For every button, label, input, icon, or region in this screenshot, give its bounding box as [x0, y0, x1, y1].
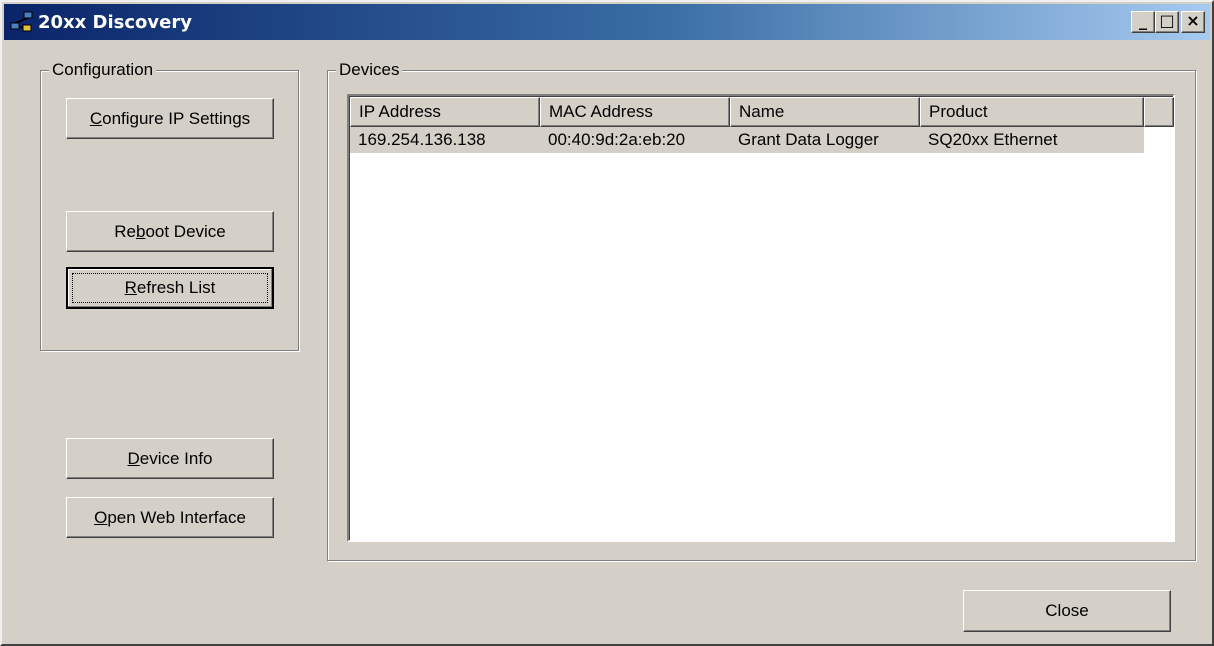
cell-mac-address: 00:40:9d:2a:eb:20 — [548, 130, 686, 149]
cell-product: SQ20xx Ethernet — [928, 130, 1058, 149]
column-product[interactable]: Product — [920, 97, 1144, 127]
column-name[interactable]: Name — [730, 97, 920, 127]
reboot-device-button[interactable]: Reboot Device — [66, 211, 274, 252]
configure-ip-settings-button[interactable]: Configure IP Settings — [66, 98, 274, 139]
configuration-label: Configuration — [49, 59, 157, 81]
devices-label: Devices — [336, 59, 403, 81]
refresh-list-button[interactable]: Refresh List — [66, 267, 274, 309]
network-app-icon — [10, 10, 34, 34]
maximize-icon: □ — [1159, 11, 1175, 30]
discovery-window: 20xx Discovery _ □ × Configuration Confi… — [0, 0, 1214, 646]
close-button[interactable]: Close — [963, 590, 1171, 632]
devices-list-header: IP Address MAC Address Name Product — [350, 97, 1174, 127]
column-filler — [1144, 97, 1174, 127]
close-window-button[interactable]: × — [1181, 11, 1205, 33]
column-ip-address[interactable]: IP Address — [350, 97, 540, 127]
table-row[interactable]: 169.254.136.138 00:40:9d:2a:eb:20 Grant … — [350, 127, 1144, 153]
device-info-button[interactable]: Device Info — [66, 438, 274, 479]
devices-list[interactable]: IP Address MAC Address Name Product 169.… — [347, 94, 1175, 542]
open-web-interface-button[interactable]: Open Web Interface — [66, 497, 274, 538]
window-title: 20xx Discovery — [38, 11, 192, 33]
cell-name: Grant Data Logger — [738, 130, 879, 149]
minimize-button[interactable]: _ — [1131, 11, 1155, 33]
column-mac-address[interactable]: MAC Address — [540, 97, 730, 127]
cell-ip-address: 169.254.136.138 — [358, 130, 486, 149]
title-bar[interactable]: 20xx Discovery _ □ × — [4, 4, 1210, 40]
minimize-icon: _ — [1139, 11, 1147, 30]
maximize-button[interactable]: □ — [1155, 11, 1179, 33]
close-icon: × — [1186, 11, 1200, 30]
